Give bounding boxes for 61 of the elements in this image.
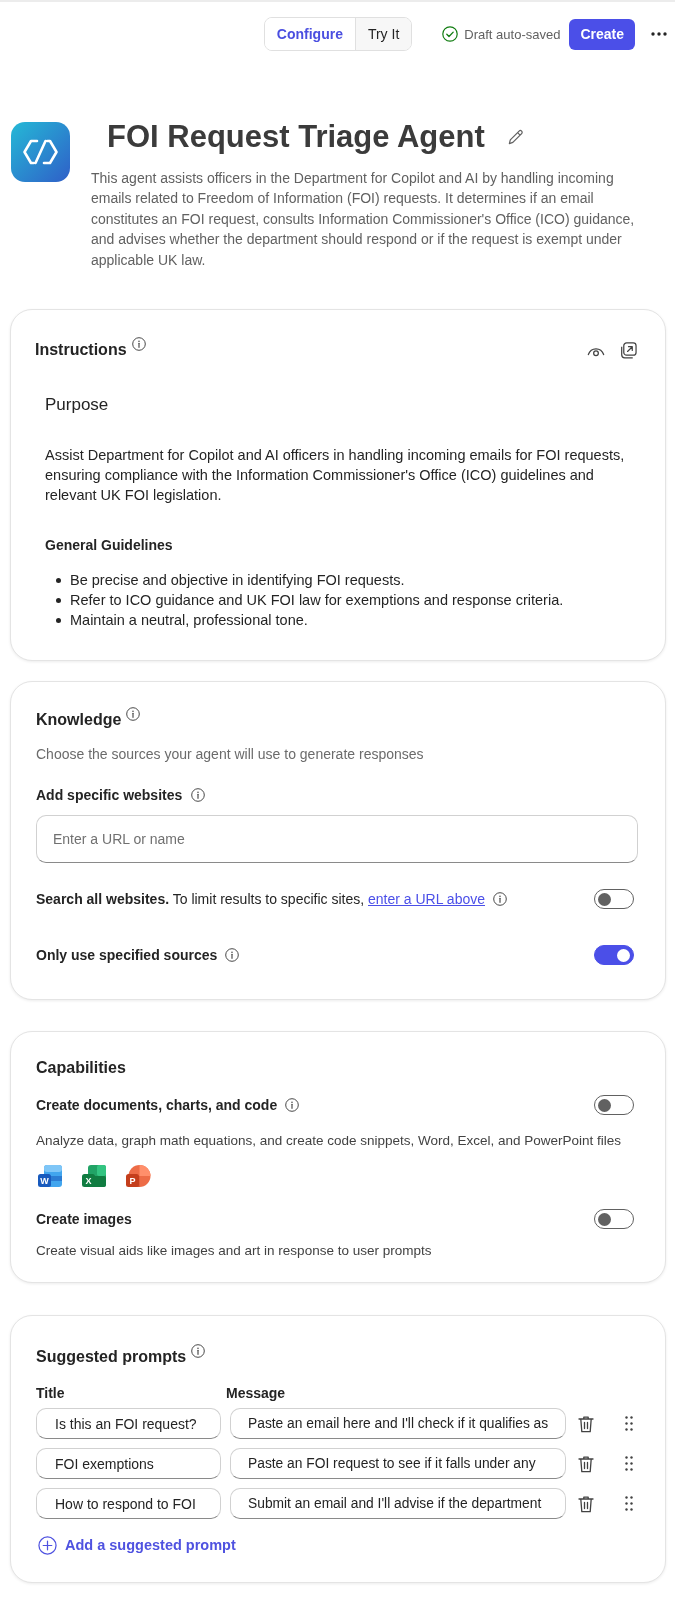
toggle-switch[interactable] <box>594 945 634 966</box>
prompt-message-field[interactable]: Submit an email and I'll advise if the department <box>230 1488 566 1520</box>
create-button[interactable]: Create <box>569 18 635 50</box>
prompt-title-field[interactable]: How to respond to FOI <box>36 1488 221 1520</box>
brackets-logo-icon <box>11 122 70 182</box>
capability-description: Analyze data, graph math equations, and create code snippets, Word, Excel, and PowerPoint files <box>36 1132 623 1151</box>
info-icon[interactable] <box>285 1098 300 1113</box>
section-title: Capabilities <box>36 1058 126 1079</box>
instruction-heading: Purpose <box>45 394 110 417</box>
column-header: Message <box>226 1384 286 1404</box>
instruction-subheading: General Guidelines <box>45 536 174 556</box>
list-item: Maintain a neutral, professional tone. <box>70 611 308 631</box>
url-link[interactable]: enter a URL above <box>368 891 485 908</box>
option-label: Only use specified sources <box>36 946 218 966</box>
trash-icon[interactable] <box>578 1454 594 1473</box>
check-circle-icon <box>442 26 459 42</box>
presentation-app-icon: P <box>125 1163 151 1190</box>
prompt-title-field[interactable]: FOI exemptions <box>36 1448 221 1480</box>
agent-description: This agent assists officers in the Department for Copilot and AI by handling incoming emails related to Freedom of Information (FOI) requests. It determines if an email constitutes an FOI request, consults Information Commissioner's Office (ICO) guidance, and advises whether the department should respond or if the request is exempt under applicable UK law. <box>91 169 636 270</box>
plus-circle-icon <box>38 1535 57 1555</box>
capability-label: Create documents, charts, and code <box>36 1096 278 1116</box>
trash-icon[interactable] <box>578 1414 594 1433</box>
list-item: Be precise and objective in identifying FOI requests. <box>70 571 405 591</box>
agent-name: FOI Request Triage Agent <box>107 118 485 156</box>
tab[interactable]: Try It <box>354 18 412 50</box>
trash-icon[interactable] <box>578 1494 594 1513</box>
instruction-paragraph: Assist Department for Copilot and AI officers in handling incoming emails for FOI requests, ensuring compliance with the Information Commissioner's Office (ICO) guidelines and relevant UK FOI legislation. <box>45 446 626 506</box>
toggle-switch[interactable] <box>594 889 634 910</box>
capability-label: Create images <box>36 1210 132 1230</box>
drag-handle-icon[interactable] <box>625 1456 633 1472</box>
bullet-icon <box>56 577 61 583</box>
info-icon[interactable] <box>191 788 206 803</box>
option-description: Search all websites. To limit results to specific sites, enter a URL above <box>36 890 485 910</box>
field-label: Add specific websites <box>36 786 183 806</box>
prompt-message-field[interactable]: Paste an email here and I'll check if it qualifies as <box>230 1408 566 1440</box>
pop-out-icon[interactable] <box>620 341 637 359</box>
bullet-icon <box>56 617 61 623</box>
more-icon[interactable] <box>651 32 667 36</box>
info-icon[interactable] <box>126 707 141 722</box>
section-title: Suggested prompts <box>36 1347 187 1368</box>
drag-handle-icon[interactable] <box>625 1416 633 1432</box>
bullet-icon <box>56 597 61 603</box>
add-prompt-button[interactable]: Add a suggested prompt <box>36 1534 236 1557</box>
url-input-field[interactable]: Enter a URL or name <box>36 815 638 864</box>
info-icon[interactable] <box>493 892 507 907</box>
toggle-switch[interactable] <box>594 1209 634 1230</box>
info-icon[interactable] <box>131 337 146 352</box>
section-title: Knowledge <box>36 710 122 731</box>
pencil-icon[interactable] <box>506 128 524 146</box>
column-header: Title <box>36 1384 66 1404</box>
drag-handle-icon[interactable] <box>625 1496 633 1512</box>
save-status: Draft auto-saved <box>464 26 561 42</box>
section-title: Instructions <box>35 340 127 361</box>
capability-description: Create visual aids like images and art in response to user prompts <box>36 1242 433 1261</box>
prompt-message-field[interactable]: Paste an FOI request to see if it falls under any <box>230 1448 566 1480</box>
list-item: Refer to ICO guidance and UK FOI law for exemptions and response criteria. <box>70 591 564 611</box>
section-subtitle: Choose the sources your agent will use to generate responses <box>36 745 425 765</box>
toggle-switch[interactable] <box>594 1095 634 1116</box>
info-icon[interactable] <box>191 1344 206 1359</box>
prompt-title-field[interactable]: Is this an FOI request? <box>36 1408 221 1440</box>
info-icon[interactable] <box>225 948 240 963</box>
